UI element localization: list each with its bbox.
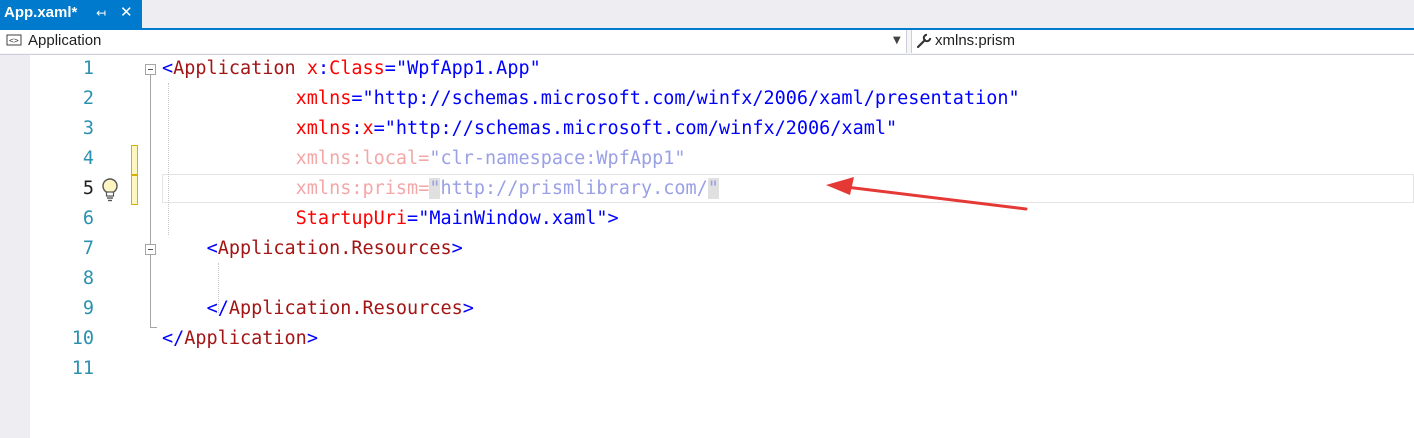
line-number: 6 <box>82 208 94 229</box>
line-number: 9 <box>82 298 94 319</box>
code-token: = <box>418 148 430 169</box>
code-token: = <box>407 208 419 229</box>
code-token: </ <box>206 298 229 319</box>
collapse-toggle[interactable] <box>145 64 156 75</box>
code-token: < <box>206 238 218 259</box>
code-token: xmlns <box>295 178 352 199</box>
code-token: : <box>351 178 363 199</box>
xaml-element-icon: <> <box>6 33 22 52</box>
code-token: Class <box>329 58 385 79</box>
line-number: 3 <box>82 118 94 139</box>
code-token: x <box>362 118 374 139</box>
code-token: xmlns <box>295 118 352 139</box>
code-token: </ <box>162 328 185 349</box>
code-token: prism <box>362 178 419 199</box>
code-token: "http://schemas.microsoft.com/winfx/2006… <box>384 118 898 139</box>
line-number: 1 <box>82 58 94 79</box>
navigation-bar: <> Application ▼ xmlns:prism <box>0 30 1414 55</box>
member-dropdown-value: xmlns:prism <box>935 32 1016 49</box>
code-token: "clr-namespace:WpfApp1" <box>429 148 686 169</box>
element-dropdown-value: Application <box>28 32 102 49</box>
code-token: = <box>418 178 430 199</box>
line-number: 4 <box>82 148 94 169</box>
code-line[interactable]: </Application.Resources> <box>162 294 474 324</box>
svg-text:<>: <> <box>9 36 19 45</box>
chevron-down-icon[interactable]: ▼ <box>893 33 901 49</box>
code-token: x <box>306 58 318 79</box>
collapse-toggle[interactable] <box>145 244 156 255</box>
line-number: 2 <box>82 88 94 109</box>
code-editor[interactable]: 1 2 3 4 5 6 7 8 9 10 11 <Application x:Class="WpfA… <box>0 55 1414 438</box>
code-token: http://prismlibrary.com/ <box>440 178 708 199</box>
code-token: Application.Resources <box>228 298 463 319</box>
close-icon[interactable]: ✕ <box>120 3 133 21</box>
code-token: "MainWindow.xaml" <box>418 208 608 229</box>
code-line[interactable]: <Application x:Class="WpfApp1.App" <box>162 54 541 84</box>
tab-title: App.xaml* <box>4 4 78 21</box>
lightbulb-icon[interactable] <box>98 175 122 203</box>
editor-left-margin <box>0 55 30 438</box>
element-dropdown[interactable]: <> Application ▼ <box>0 30 907 53</box>
code-line[interactable]: xmlns:x="http://schemas.microsoft.com/wi… <box>162 114 897 144</box>
code-token: = <box>384 58 396 79</box>
line-number: 7 <box>82 238 94 259</box>
code-token: "WpfApp1.App" <box>395 58 541 79</box>
code-token: = <box>351 88 363 109</box>
member-dropdown[interactable]: xmlns:prism <box>911 30 1414 53</box>
code-token: : <box>317 58 330 79</box>
code-line[interactable]: xmlns:local="clr-namespace:WpfApp1" <box>162 144 686 174</box>
line-number: 5 <box>82 178 94 199</box>
code-token: " <box>707 178 719 199</box>
code-token: StartupUri <box>295 208 408 229</box>
code-line[interactable]: xmlns="http://schemas.microsoft.com/winf… <box>162 84 1020 114</box>
code-token: " <box>429 178 441 199</box>
code-token: Application <box>184 328 307 349</box>
code-token: < <box>162 58 174 79</box>
code-token: > <box>462 298 474 319</box>
fold-end <box>150 327 157 328</box>
code-line[interactable]: StartupUri="MainWindow.xaml"> <box>162 204 619 234</box>
code-token: > <box>306 328 318 349</box>
red-arrow-annotation <box>826 177 1028 211</box>
code-token: > <box>607 208 619 229</box>
line-number: 11 <box>71 358 94 379</box>
change-marker <box>131 145 138 175</box>
line-number: 10 <box>71 328 94 349</box>
code-line[interactable]: xmlns:prism="http://prismlibrary.com/" <box>162 174 719 204</box>
code-token: = <box>373 118 385 139</box>
line-number: 8 <box>82 268 94 289</box>
code-token: xmlns <box>295 88 352 109</box>
code-token: "http://schemas.microsoft.com/winfx/2006… <box>362 88 1020 109</box>
fold-outline <box>150 75 151 327</box>
pin-icon[interactable]: ↤ <box>96 5 106 21</box>
code-token: xmlns <box>295 148 352 169</box>
wrench-icon <box>916 33 932 54</box>
code-token: Application.Resources <box>217 238 452 259</box>
change-marker <box>131 175 138 205</box>
code-token: : <box>351 148 363 169</box>
document-tab-strip: App.xaml* ↤ ✕ <box>0 0 1414 28</box>
code-line[interactable]: </Application> <box>162 324 318 354</box>
code-line[interactable]: <Application.Resources> <box>162 234 463 264</box>
code-token: : <box>351 118 363 139</box>
code-token: Application <box>173 58 296 79</box>
code-token: > <box>451 238 463 259</box>
tab-app-xaml[interactable]: App.xaml* ↤ ✕ <box>0 0 142 28</box>
code-token: local <box>362 148 419 169</box>
